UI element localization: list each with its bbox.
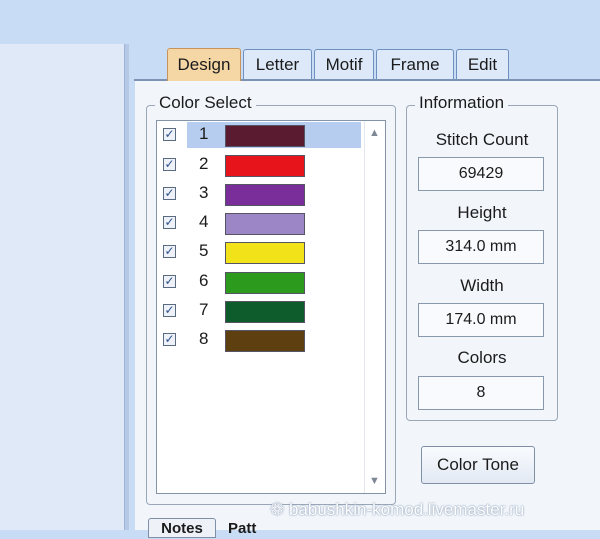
- color-number: 2: [199, 154, 209, 173]
- color-select-legend: Color Select: [155, 93, 256, 113]
- height-value: 314.0 mm: [418, 230, 544, 264]
- height-label: Height: [457, 203, 507, 222]
- color-list[interactable]: ✓ 1 ✓ 2 ✓ 3 ✓ 4 ✓ 5 ✓ 6 ✓ 7 ✓ 8 ▲ ▼: [156, 120, 386, 494]
- color-swatch[interactable]: [225, 184, 305, 206]
- color-number: 8: [199, 329, 209, 348]
- color-number: 5: [199, 241, 209, 260]
- tab-label: Letter: [255, 54, 300, 74]
- color-swatch[interactable]: [225, 213, 305, 235]
- color-checkbox[interactable]: ✓: [163, 275, 176, 288]
- list-item[interactable]: ✓ 3: [157, 181, 367, 207]
- color-checkbox[interactable]: ✓: [163, 187, 176, 200]
- color-number: 6: [199, 271, 209, 290]
- list-item[interactable]: ✓ 4: [157, 210, 367, 236]
- list-item[interactable]: ✓ 1: [157, 122, 367, 148]
- color-swatch[interactable]: [225, 125, 305, 147]
- width-value: 174.0 mm: [418, 303, 544, 337]
- color-checkbox[interactable]: ✓: [163, 216, 176, 229]
- tab-frame[interactable]: Frame: [376, 49, 454, 79]
- tab-label: Design: [177, 55, 231, 74]
- tab-label: Edit: [467, 54, 498, 74]
- colors-label: Colors: [457, 348, 507, 367]
- color-checkbox[interactable]: ✓: [163, 333, 176, 346]
- tab-label: Frame: [390, 54, 440, 74]
- list-item[interactable]: ✓ 2: [157, 152, 367, 178]
- list-item[interactable]: ✓ 6: [157, 269, 367, 295]
- scroll-up-icon[interactable]: ▲: [369, 127, 380, 139]
- colors-value: 8: [418, 376, 544, 410]
- color-tone-label: Color Tone: [437, 455, 519, 474]
- color-swatch[interactable]: [225, 242, 305, 264]
- tab-motif[interactable]: Motif: [314, 49, 374, 79]
- color-swatch[interactable]: [225, 330, 305, 352]
- color-number: 7: [199, 300, 209, 319]
- notes-button[interactable]: Notes: [148, 518, 216, 538]
- color-checkbox[interactable]: ✓: [163, 158, 176, 171]
- partial-button-label[interactable]: Patt: [228, 520, 256, 537]
- color-checkbox[interactable]: ✓: [163, 304, 176, 317]
- width-label: Width: [460, 276, 504, 295]
- color-number: 4: [199, 212, 209, 231]
- color-checkbox[interactable]: ✓: [163, 245, 176, 258]
- color-number: 3: [199, 183, 209, 202]
- color-swatch[interactable]: [225, 301, 305, 323]
- information-legend: Information: [415, 93, 509, 113]
- list-item[interactable]: ✓ 8: [157, 327, 367, 353]
- color-swatch[interactable]: [225, 272, 305, 294]
- list-item[interactable]: ✓ 5: [157, 239, 367, 265]
- color-number: 1: [199, 124, 209, 143]
- stitch-count-value: 69429: [418, 157, 544, 191]
- color-swatch[interactable]: [225, 155, 305, 177]
- vertical-scrollbar[interactable]: ▲ ▼: [364, 121, 385, 493]
- left-panel: [0, 44, 129, 530]
- tab-letter[interactable]: Letter: [243, 49, 312, 79]
- list-item[interactable]: ✓ 7: [157, 298, 367, 324]
- tab-label: Motif: [325, 54, 363, 74]
- watermark-text: ❁ babushkin-komod.livemaster.ru: [270, 500, 525, 519]
- splitter[interactable]: [125, 44, 129, 530]
- scroll-down-icon[interactable]: ▼: [369, 475, 380, 487]
- tab-design[interactable]: Design: [167, 48, 241, 81]
- stitch-count-label: Stitch Count: [435, 130, 529, 149]
- tab-edit[interactable]: Edit: [456, 49, 509, 79]
- color-tone-button[interactable]: Color Tone: [421, 446, 535, 484]
- color-checkbox[interactable]: ✓: [163, 128, 176, 141]
